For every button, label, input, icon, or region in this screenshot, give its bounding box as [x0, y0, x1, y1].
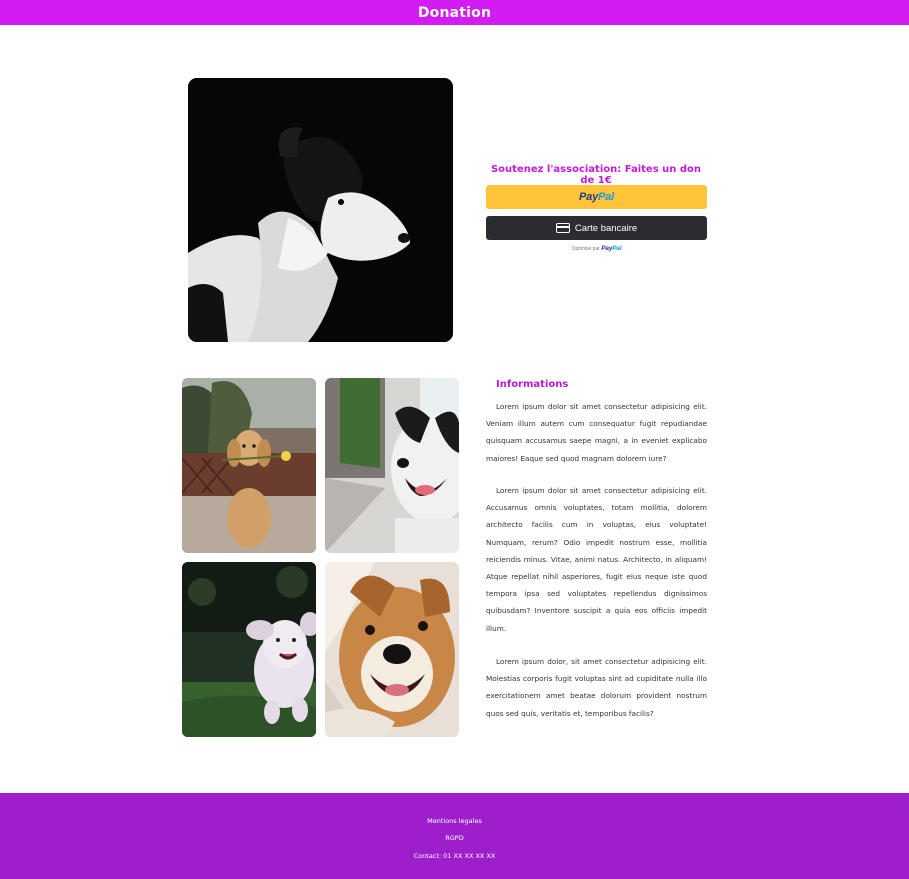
card-payment-button[interactable]: Carte bancaire — [486, 216, 707, 240]
powered-by-paypal: Optimisé par PayPal — [571, 245, 622, 252]
donation-title: Soutenez l'association: Faites un don de… — [490, 164, 702, 186]
hero-dog-photo — [188, 78, 453, 342]
gallery-photo-dog-with-flower — [182, 378, 316, 553]
gallery-photo-smiling-dog — [325, 378, 459, 553]
info-paragraph-2: Lorem ipsum dolor sit amet consectetur a… — [486, 486, 707, 633]
footer-link-rgpd[interactable]: RGPD — [0, 834, 909, 842]
header-bar: Donation — [0, 0, 909, 25]
footer-contact[interactable]: Contact: 01 XX XX XX XX — [0, 852, 909, 860]
info-paragraph-3: Lorem ipsum dolor, sit amet consectetur … — [486, 657, 707, 718]
gallery-photo-running-dog — [182, 562, 316, 737]
info-paragraph-1: Lorem ipsum dolor sit amet consectetur a… — [486, 402, 707, 463]
footer: Mentions legales RGPD Contact: 01 XX XX … — [0, 793, 909, 879]
gallery-photo-dog-closeup — [325, 562, 459, 737]
page-title: Donation — [417, 4, 492, 21]
paypal-logo: PayPal — [579, 191, 614, 203]
credit-card-icon — [555, 223, 570, 233]
footer-link-legal[interactable]: Mentions legales — [0, 817, 909, 825]
info-heading: Informations — [496, 379, 569, 390]
paypal-button[interactable]: PayPal — [486, 185, 707, 209]
card-button-label: Carte bancaire — [574, 222, 638, 234]
